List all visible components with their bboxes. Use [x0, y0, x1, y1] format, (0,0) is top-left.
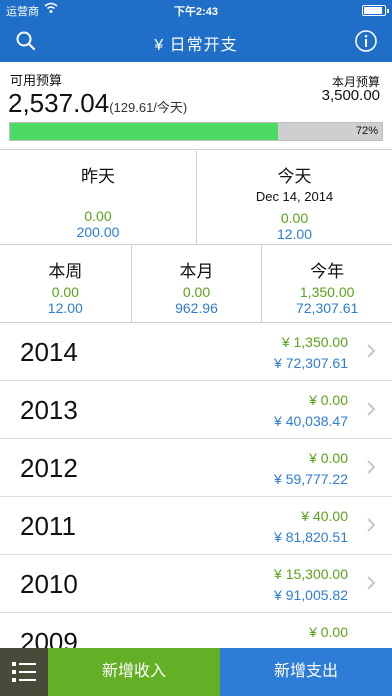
- budget-progress-bar: 72%: [9, 122, 383, 141]
- app-screen: 运营商 下午2:43 ¥ 日常开支 可用预算 2,537.04(129.61/今…: [0, 0, 392, 696]
- year-income-value: ¥ 0.00: [309, 624, 348, 640]
- chevron-right-icon: [366, 575, 376, 591]
- year-expense-value: ¥ 91,005.82: [274, 587, 348, 603]
- year-expense-value: ¥ 59,777.22: [274, 471, 348, 487]
- year-row-2011[interactable]: 2011 ¥ 40.00 ¥ 81,820.51: [0, 497, 392, 555]
- day-summary-row: 昨天 0.00 200.00 今天 Dec 14, 2014 0.00 12.0…: [0, 151, 392, 245]
- status-bar: 运营商 下午2:43: [0, 0, 392, 20]
- today-title: 今天: [277, 167, 312, 186]
- year-expense-value: ¥ 72,307.61: [274, 355, 348, 371]
- month-title: 本月: [179, 262, 214, 281]
- week-income: 0.00: [51, 284, 79, 300]
- bottom-action-bar: 新增收入 新增支出: [0, 648, 392, 696]
- available-budget-amount: 2,537.04(129.61/今天): [8, 88, 187, 119]
- available-amount-value: 2,537.04: [8, 88, 110, 118]
- list-menu-icon[interactable]: [0, 648, 48, 696]
- year-label: 2012: [20, 453, 78, 483]
- year-row-2010[interactable]: 2010 ¥ 15,300.00 ¥ 91,005.82: [0, 555, 392, 613]
- year-income-value: ¥ 15,300.00: [274, 566, 348, 582]
- year-expense-value: ¥ 40,038.47: [274, 413, 348, 429]
- yesterday-income: 0.00: [84, 208, 112, 224]
- year-expense-value: ¥ 81,820.51: [274, 529, 348, 545]
- yesterday-expense: 200.00: [76, 224, 120, 240]
- budget-panel: 可用预算 2,537.04(129.61/今天) 本月预算 3,500.00 7…: [0, 62, 392, 150]
- today-income: 0.00: [280, 210, 309, 226]
- available-budget-label: 可用预算: [10, 73, 63, 88]
- add-income-button[interactable]: 新增收入: [48, 648, 220, 696]
- today-cell[interactable]: 今天 Dec 14, 2014 0.00 12.00: [196, 151, 392, 244]
- year-row-2009[interactable]: 2009 ¥ 0.00: [0, 613, 392, 648]
- chevron-right-icon: [366, 401, 376, 417]
- yesterday-cell[interactable]: 昨天 0.00 200.00: [0, 151, 196, 244]
- progress-percent: 72%: [355, 125, 378, 137]
- today-expense: 12.00: [276, 226, 313, 242]
- year-income-value: ¥ 40.00: [301, 508, 348, 524]
- year-label: 2013: [20, 395, 78, 425]
- chevron-right-icon: [366, 343, 376, 359]
- year-expense: 72,307.61: [295, 300, 359, 316]
- week-cell[interactable]: 本周 0.00 12.00: [0, 245, 131, 322]
- month-income: 0.00: [182, 284, 211, 300]
- monthly-budget-amount: 3,500.00: [321, 87, 380, 104]
- year-cell[interactable]: 今年 1,350.00 72,307.61: [261, 245, 392, 322]
- nav-title: ¥ 日常开支: [154, 37, 238, 54]
- year-income-value: ¥ 0.00: [309, 392, 348, 408]
- month-cell[interactable]: 本月 0.00 962.96: [130, 245, 262, 322]
- year-label: 2009: [20, 627, 78, 648]
- battery-icon: [362, 5, 389, 16]
- week-title: 本周: [48, 262, 83, 281]
- week-expense: 12.00: [47, 300, 83, 316]
- info-icon[interactable]: [354, 29, 378, 53]
- year-income-value: ¥ 0.00: [309, 450, 348, 466]
- year-income: 1,350.00: [299, 284, 355, 300]
- daily-budget-value: (129.61/今天): [109, 100, 188, 115]
- year-list[interactable]: 2014 ¥ 1,350.00 ¥ 72,307.61 2013 ¥ 0.00 …: [0, 323, 392, 648]
- status-time: 下午2:43: [173, 6, 219, 18]
- period-summary-row: 本周 0.00 12.00 本月 0.00 962.96 今年 1,350.00…: [0, 245, 392, 323]
- year-label: 2011: [20, 511, 76, 541]
- month-expense: 962.96: [175, 300, 218, 316]
- year-title: 今年: [310, 262, 345, 281]
- year-row-2013[interactable]: 2013 ¥ 0.00 ¥ 40,038.47: [0, 381, 392, 439]
- year-label: 2010: [20, 569, 78, 599]
- nav-bar: ¥ 日常开支: [0, 20, 392, 62]
- add-expense-button[interactable]: 新增支出: [220, 648, 392, 696]
- year-row-2014[interactable]: 2014 ¥ 1,350.00 ¥ 72,307.61: [0, 323, 392, 381]
- yesterday-title: 昨天: [81, 167, 115, 186]
- progress-fill: [10, 123, 278, 140]
- year-label: 2014: [20, 337, 78, 367]
- today-date: Dec 14, 2014: [255, 189, 334, 204]
- year-row-2012[interactable]: 2012 ¥ 0.00 ¥ 59,777.22: [0, 439, 392, 497]
- chevron-right-icon: [366, 459, 376, 475]
- year-income-value: ¥ 1,350.00: [281, 334, 348, 350]
- chevron-right-icon: [366, 517, 376, 533]
